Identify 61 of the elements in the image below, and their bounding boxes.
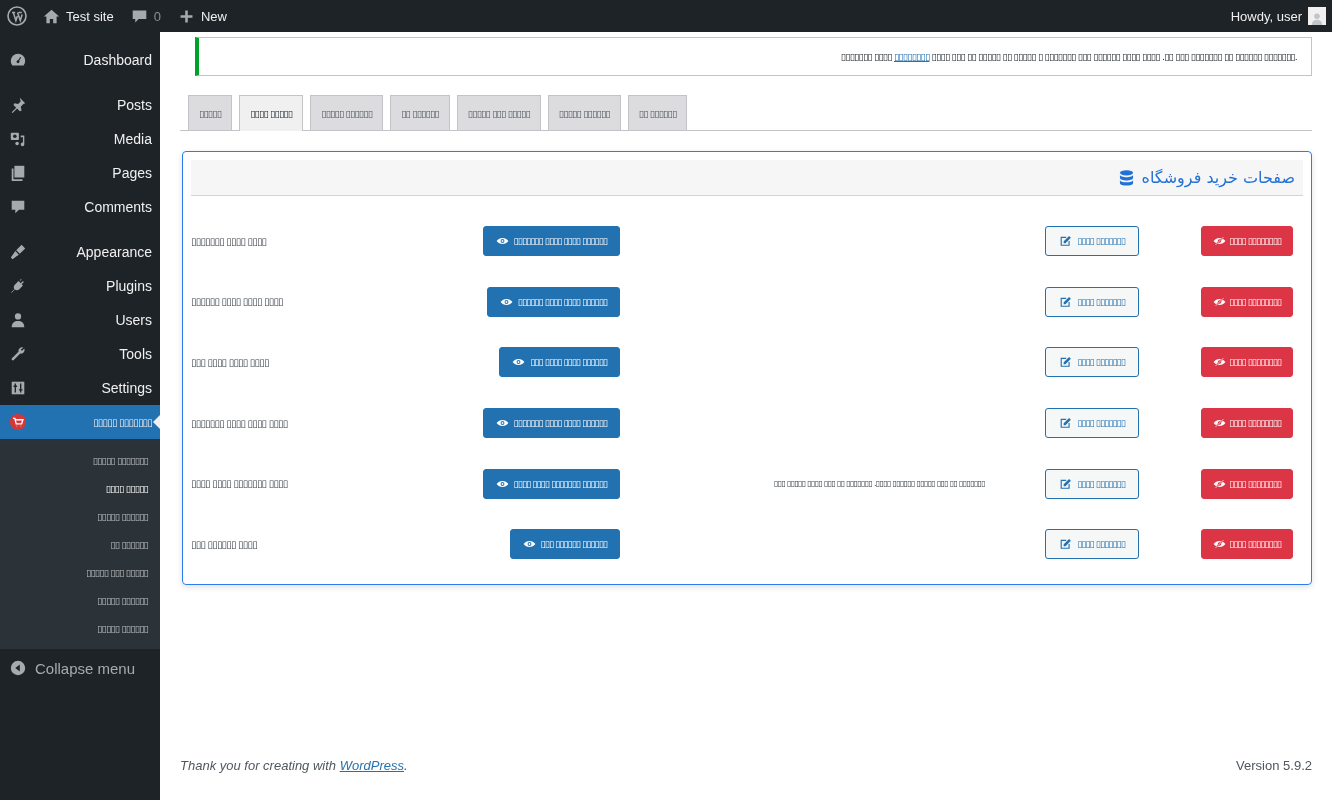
submenu-item[interactable]: ▯▯▯▯▯ ▯▯▯▯▯▯ xyxy=(0,586,160,614)
sidebar-item[interactable]: Settings xyxy=(0,374,160,402)
sidebar-item[interactable]: Posts xyxy=(0,91,160,119)
tab[interactable]: ▯▯▯▯▯ ▯▯▯▯▯▯ xyxy=(310,95,384,130)
delete-button[interactable]: ▯▯▯▯ ▯▯▯▯▯▯▯▯ xyxy=(1201,408,1293,439)
view-button[interactable]: ▯▯▯▯ ▯▯▯▯ ▯▯▯▯▯▯▯ ▯▯▯▯▯▯ xyxy=(482,468,620,499)
page-label: ▯▯▯ ▯▯▯▯ ▯▯▯▯ ▯▯▯▯ xyxy=(191,357,270,368)
sidebar-item[interactable]: Appearance xyxy=(0,238,160,266)
notice-text: ▯▯▯▯▯▯▯ ▯▯▯▯ ▯▯▯▯▯▯▯▯ ▯▯▯▯ ▯▯▯ ▯▯ ▯▯▯▯▯ ▯▯ ▯▯▯▯▯ ▯ ▯▯▯▯▯▯▯ ▯▯▯ ▯▯▯▯▯▯ ▯▯▯▯ ▯▯▯▯ .▯▯ ▯▯▯ ▯▯▯▯▯▯▯ ▯▯ ▯▯▯▯▯▯ ▯▯▯▯▯▯▯. xyxy=(840,51,1297,62)
sidebar-item[interactable]: Pages xyxy=(0,159,160,187)
edit-button[interactable]: ▯▯▯▯ ▯▯▯▯▯▯▯ xyxy=(1045,347,1139,378)
sidebar-item[interactable]: Users xyxy=(0,306,160,334)
edit-button[interactable]: ▯▯▯▯ ▯▯▯▯▯▯▯ xyxy=(1045,408,1139,439)
collapse-menu-button[interactable]: Collapse menu xyxy=(0,649,160,687)
delete-button[interactable]: ▯▯▯▯ ▯▯▯▯▯▯▯▯ xyxy=(1201,347,1293,378)
edit-button[interactable]: ▯▯▯▯ ▯▯▯▯▯▯▯ xyxy=(1045,529,1139,560)
footer-credit: Thank you for creating with WordPress. xyxy=(180,758,408,775)
submenu-item[interactable]: ▯▯▯▯▯ ▯▯▯ ▯▯▯▯▯ xyxy=(0,558,160,586)
view-button[interactable]: ▯▯▯▯▯▯▯ ▯▯▯▯ ▯▯▯▯ ▯▯▯▯▯▯ xyxy=(482,408,620,439)
tab[interactable]: ▯▯▯▯ ▯▯▯▯▯ xyxy=(239,95,304,131)
comments-link[interactable]: 0 xyxy=(130,7,161,25)
view-button[interactable]: ▯▯▯ ▯▯▯▯ ▯▯▯▯ ▯▯▯▯▯▯ xyxy=(499,347,620,378)
sidebar-item[interactable]: Dashboard xyxy=(0,46,160,74)
submenu-item[interactable]: ▯▯▯▯ ▯▯▯▯▯ xyxy=(0,474,160,502)
new-link[interactable]: New xyxy=(177,7,227,25)
sidebar-item[interactable]: Tools xyxy=(0,340,160,368)
sidebar-item[interactable]: Plugins xyxy=(0,272,160,300)
sidebar-item[interactable]: ▯▯▯▯▯ ▯▯▯▯▯▯▯ xyxy=(0,405,160,439)
tab[interactable]: ▯▯ ▯▯▯▯▯▯ xyxy=(627,95,688,130)
page-label: ▯▯▯▯▯▯ ▯▯▯▯ ▯▯▯▯ ▯▯▯▯ xyxy=(191,296,284,308)
sidebar-item[interactable]: Media xyxy=(0,125,160,153)
page-label: ▯▯▯▯▯▯▯ ▯▯▯▯ ▯▯▯▯ xyxy=(191,235,268,247)
view-button[interactable]: ▯▯▯▯▯▯▯ ▯▯▯▯ ▯▯▯▯ ▯▯▯▯▯▯ xyxy=(482,226,620,257)
delete-button[interactable]: ▯▯▯▯ ▯▯▯▯▯▯▯▯ xyxy=(1201,468,1293,499)
view-button[interactable]: ▯▯▯ ▯▯▯▯▯▯ ▯▯▯▯▯▯ xyxy=(509,529,620,560)
panel-title: صفحات خرید فروشگاه xyxy=(1141,168,1295,187)
page-label: ▯▯▯ ▯▯▯▯▯▯ ▯▯▯▯ xyxy=(191,538,258,550)
wordpress-link[interactable]: WordPress xyxy=(339,758,404,773)
submenu-item[interactable]: ▯▯▯▯▯ ▯▯▯▯▯▯ xyxy=(0,614,160,642)
sidebar-item[interactable]: Comments xyxy=(0,193,160,221)
tab[interactable]: ▯▯▯▯▯ ▯▯▯▯▯▯ xyxy=(547,95,621,130)
notice-link[interactable]: ▯▯▯▯▯▯▯▯ xyxy=(893,51,930,62)
page-label: ▯▯▯▯▯▯▯ ▯▯▯▯ ▯▯▯▯ ▯▯▯▯ xyxy=(191,417,289,429)
submenu-item[interactable]: ▯▯ ▯▯▯▯▯▯ xyxy=(0,530,160,558)
site-link[interactable]: Test site xyxy=(43,7,114,25)
account-link[interactable]: Howdy, user xyxy=(1230,7,1326,25)
delete-button[interactable]: ▯▯▯▯ ▯▯▯▯▯▯▯▯ xyxy=(1201,529,1293,560)
submenu-item[interactable]: ▯▯▯▯▯ ▯▯▯▯▯▯▯ xyxy=(0,446,160,474)
submenu-item[interactable]: ▯▯▯▯▯ ▯▯▯▯▯▯ xyxy=(0,502,160,530)
tab[interactable]: ▯▯▯▯▯ ▯▯▯ ▯▯▯▯▯ xyxy=(456,95,541,130)
row-note: ▯▯▯ ▯▯▯▯▯ ▯▯▯▯ ▯▯▯ ▯▯ ▯▯▯▯▯▯▯ .▯▯▯▯ ▯▯▯▯▯▯ ▯▯▯▯▯ ▯▯▯ ▯▯ ▯▯▯▯▯▯▯ xyxy=(774,479,985,489)
delete-button[interactable]: ▯▯▯▯ ▯▯▯▯▯▯▯▯ xyxy=(1201,226,1293,257)
version-text: Version 5.9.2 xyxy=(1236,758,1312,775)
page-label: ▯▯▯▯ ▯▯▯▯ ▯▯▯▯▯▯▯ ▯▯▯▯ xyxy=(191,478,289,490)
delete-button[interactable]: ▯▯▯▯ ▯▯▯▯▯▯▯▯ xyxy=(1201,286,1293,317)
edit-button[interactable]: ▯▯▯▯ ▯▯▯▯▯▯▯ xyxy=(1045,226,1139,257)
edit-button[interactable]: ▯▯▯▯ ▯▯▯▯▯▯▯ xyxy=(1045,468,1139,499)
tab[interactable]: ▯▯▯▯▯ xyxy=(188,95,233,130)
view-button[interactable]: ▯▯▯▯▯▯ ▯▯▯▯ ▯▯▯▯ ▯▯▯▯▯▯ xyxy=(486,286,620,317)
edit-button[interactable]: ▯▯▯▯ ▯▯▯▯▯▯▯ xyxy=(1045,286,1139,317)
tab[interactable]: ▯▯ ▯▯▯▯▯▯ xyxy=(390,95,450,130)
